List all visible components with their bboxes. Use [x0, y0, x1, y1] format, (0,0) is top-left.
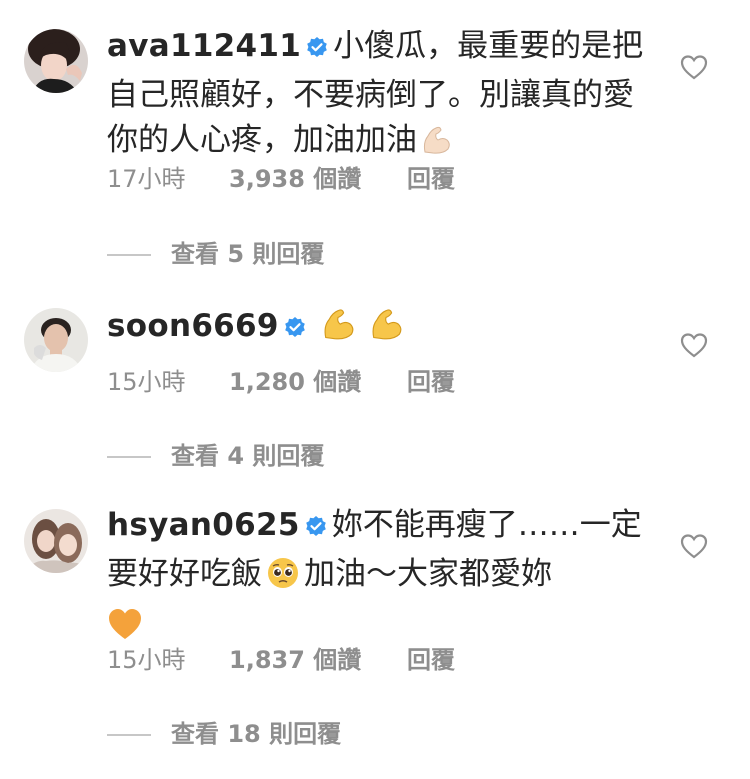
username[interactable]: hsyan0625 [107, 507, 300, 543]
like-count[interactable]: 3,938 個讚 [229, 159, 407, 194]
comment-meta: 15小時 1,837 個讚 回覆 [107, 640, 455, 675]
reply-button[interactable]: 回覆 [407, 362, 455, 397]
heart-icon[interactable] [680, 54, 708, 80]
timestamp: 15小時 [107, 646, 186, 674]
like-count[interactable]: 1,280 個讚 [229, 362, 407, 397]
comment-body: hsyan0625 妳不能再瘦了……一定要好好吃飯 加油～大家都愛妳 [107, 503, 647, 654]
comment-body: ava112411 小傻瓜，最重要的是把自己照顧好，不要病倒了。別讓真的愛你的人心… [107, 24, 647, 169]
view-replies-label: 查看 18 則回覆 [171, 720, 342, 748]
avatar[interactable] [24, 29, 88, 93]
reply-button[interactable]: 回覆 [407, 159, 455, 194]
heart-icon[interactable] [680, 533, 708, 559]
comment-meta: 17小時 3,938 個讚 回覆 [107, 159, 455, 194]
divider-line [107, 734, 151, 736]
reply-button[interactable]: 回覆 [407, 640, 455, 675]
username[interactable]: ava112411 [107, 28, 301, 64]
view-replies-link[interactable]: 查看 18 則回覆 [107, 714, 341, 749]
like-count[interactable]: 1,837 個讚 [229, 640, 407, 675]
view-replies-link[interactable]: 查看 4 則回覆 [107, 436, 324, 471]
pleading-face-icon [266, 556, 300, 603]
comment-text-continued: 加油～大家都愛妳 [304, 556, 552, 592]
view-replies-link[interactable]: 查看 5 則回覆 [107, 234, 324, 269]
comment-body: soon6669 [107, 304, 647, 355]
comment-meta: 15小時 1,280 個讚 回覆 [107, 362, 455, 397]
divider-line [107, 254, 151, 256]
verified-badge-icon [283, 308, 307, 353]
divider-line [107, 456, 151, 458]
username[interactable]: soon6669 [107, 308, 279, 344]
timestamp: 15小時 [107, 368, 186, 396]
flexed-biceps-icon [367, 304, 405, 355]
verified-badge-icon [305, 28, 329, 73]
heart-icon[interactable] [680, 332, 708, 358]
avatar[interactable] [24, 308, 88, 372]
timestamp: 17小時 [107, 165, 186, 193]
view-replies-label: 查看 4 則回覆 [171, 442, 325, 470]
view-replies-label: 查看 5 則回覆 [171, 240, 325, 268]
flexed-biceps-icon [319, 304, 357, 355]
verified-badge-icon [304, 507, 328, 552]
avatar[interactable] [24, 509, 88, 573]
